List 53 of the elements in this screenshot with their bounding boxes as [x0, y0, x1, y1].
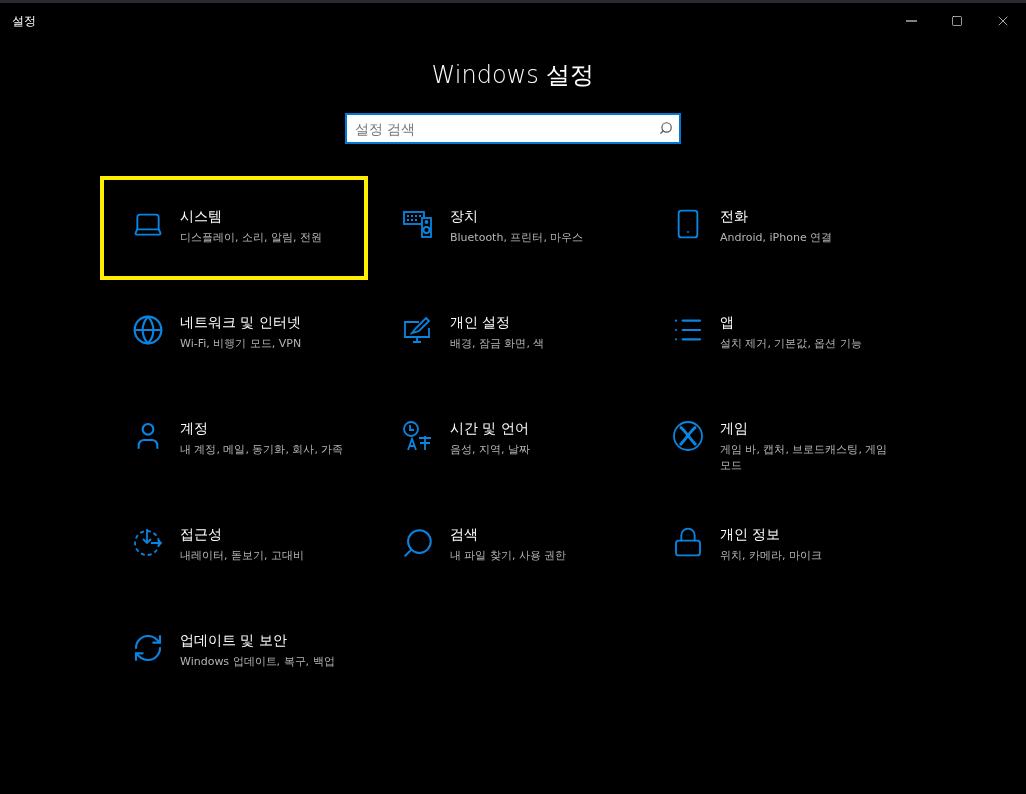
- category-title: 개인 정보: [720, 526, 782, 544]
- settings-category[interactable]: 시스템 디스플레이, 소리, 알림, 전원: [100, 176, 368, 280]
- search-icon: [659, 121, 673, 135]
- category-title: 시간 및 언어: [450, 420, 530, 438]
- category-description: 디스플레이, 소리, 알림, 전원: [180, 230, 323, 246]
- settings-category[interactable]: 개인 정보 위치, 카메라, 마이크: [640, 494, 908, 598]
- clock-letter-icon: [402, 420, 434, 452]
- window-title: 설정: [12, 12, 36, 30]
- minimize-icon: [905, 20, 917, 22]
- settings-category[interactable]: 장치 Bluetooth, 프린터, 마우스: [370, 176, 638, 280]
- category-description: 내 파일 찾기, 사용 권한: [450, 548, 568, 564]
- search-field[interactable]: 설정 검색: [345, 113, 681, 144]
- settings-category[interactable]: 전화 Android, iPhone 연결: [640, 176, 908, 280]
- category-title: 계정: [180, 420, 209, 438]
- maximize-icon: [951, 15, 963, 27]
- category-description: 게임 바, 캡처, 브로드캐스팅, 게임 모드: [720, 442, 889, 474]
- page-heading: Windows 설정: [430, 60, 596, 91]
- category-description: Bluetooth, 프린터, 마우스: [450, 230, 585, 246]
- category-description: Wi-Fi, 비행기 모드, VPN: [180, 336, 303, 352]
- settings-category[interactable]: 네트워크 및 인터넷 Wi-Fi, 비행기 모드, VPN: [100, 282, 368, 386]
- settings-category[interactable]: 업데이트 및 보안 Windows 업데이트, 복구, 백업: [100, 600, 368, 704]
- refresh-icon: [132, 632, 164, 664]
- category-description: Windows 업데이트, 복구, 백업: [180, 654, 336, 670]
- category-description: 위치, 카메라, 마이크: [720, 548, 823, 564]
- circle-x-icon: [672, 420, 704, 452]
- category-description: 배경, 잠금 화면, 색: [450, 336, 546, 352]
- search-icon: [401, 526, 435, 560]
- settings-category[interactable]: 검색 내 파일 찾기, 사용 권한: [370, 494, 638, 598]
- category-title: 전화: [720, 208, 749, 226]
- lock-icon: [672, 526, 704, 558]
- category-description: 내레이터, 돋보기, 고대비: [180, 548, 305, 564]
- settings-category[interactable]: 개인 설정 배경, 잠금 화면, 색: [370, 282, 638, 386]
- settings-category[interactable]: 접근성 내레이터, 돋보기, 고대비: [100, 494, 368, 598]
- category-title: 접근성: [180, 526, 223, 544]
- category-title: 업데이트 및 보안: [180, 632, 288, 650]
- category-description: 설치 제거, 기본값, 옵션 기능: [720, 336, 863, 352]
- keyboard-speaker-icon: [402, 208, 434, 240]
- category-description: 내 계정, 메일, 동기화, 회사, 가족: [180, 442, 345, 458]
- category-title: 게임: [720, 420, 749, 438]
- globe-icon: [132, 314, 164, 346]
- category-title: 장치: [450, 208, 479, 226]
- category-title: 네트워크 및 인터넷: [180, 314, 302, 332]
- category-title: 개인 설정: [450, 314, 512, 332]
- settings-category[interactable]: 계정 내 계정, 메일, 동기화, 회사, 가족: [100, 388, 368, 492]
- category-title: 시스템: [180, 208, 223, 226]
- category-description: Android, iPhone 연결: [720, 230, 834, 246]
- category-title: 검색: [450, 526, 479, 544]
- category-description: 음성, 지역, 날짜: [450, 442, 531, 458]
- dashed-circle-arrow-icon: [132, 526, 164, 558]
- settings-category[interactable]: 게임 게임 바, 캡처, 브로드캐스팅, 게임 모드: [640, 388, 908, 492]
- settings-category[interactable]: 시간 및 언어 음성, 지역, 날짜: [370, 388, 638, 492]
- category-title: 앱: [720, 314, 735, 332]
- settings-category[interactable]: 앱 설치 제거, 기본값, 옵션 기능: [640, 282, 908, 386]
